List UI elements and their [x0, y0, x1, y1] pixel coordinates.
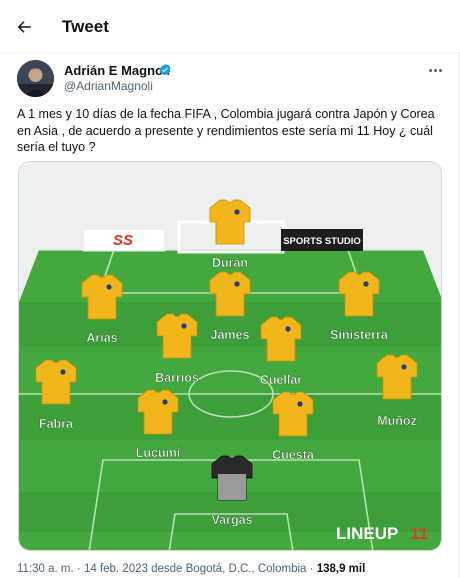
- sponsor-right-text: SPORTS STUDIO: [283, 236, 361, 247]
- lineup-graphic: SS SPORTS STUDIO Durán Arias James Sinister…: [19, 162, 441, 550]
- jersey-icon: [272, 391, 314, 437]
- player-james: James: [209, 271, 251, 342]
- crest-icon: [363, 281, 369, 287]
- tweet-image[interactable]: SS SPORTS STUDIO Durán Arias James Sinister…: [18, 161, 442, 551]
- player-name: Vargas: [211, 513, 252, 527]
- jersey-icon: [260, 316, 302, 362]
- crest-icon: [106, 284, 112, 290]
- more-options-button[interactable]: [424, 60, 446, 80]
- back-button[interactable]: [10, 13, 38, 41]
- player-arias: Arias: [81, 274, 123, 345]
- player-durán: Durán: [209, 199, 251, 270]
- player-name: Durán: [212, 256, 248, 270]
- more-horizontal-icon: [428, 68, 432, 72]
- player-name: Lucumí: [136, 446, 181, 460]
- jersey-icon: [209, 199, 251, 245]
- view-count: 138,9 mil: [316, 563, 366, 575]
- verified-badge-icon: [159, 63, 171, 76]
- author-name[interactable]: Adrián E Magnoli: [64, 63, 170, 78]
- author-handle[interactable]: @AdrianMagnoli: [64, 79, 153, 93]
- watermark-number: 11: [410, 524, 428, 543]
- jersey-icon: [35, 359, 77, 405]
- jersey-icon: [376, 354, 418, 400]
- sponsor-right-board: SPORTS STUDIO: [281, 229, 363, 251]
- crest-icon: [162, 399, 168, 405]
- avatar[interactable]: [17, 60, 54, 97]
- sponsor-left-board: SS: [82, 228, 166, 252]
- crest-icon: [401, 364, 407, 370]
- player-muñoz: Muñoz: [376, 354, 418, 428]
- tweet-meta: 11:30 a. m. · 14 feb. 2023 desde Bogotá,…: [17, 563, 366, 575]
- player-name: Cuellar: [260, 373, 303, 387]
- player-name: Barrios: [155, 371, 199, 385]
- crest-icon: [234, 209, 240, 215]
- crest-icon: [297, 401, 303, 407]
- player-fabra: Fabra: [35, 359, 77, 431]
- player-name: Sinisterra: [330, 328, 389, 342]
- page-header: Tweet: [0, 0, 460, 53]
- tweet-date[interactable]: 14 feb. 2023: [84, 563, 148, 575]
- watermark-text: LINEUP: [336, 524, 398, 543]
- jersey-panel: [218, 474, 246, 500]
- player-vargas: Vargas: [211, 455, 253, 527]
- crest-icon: [60, 369, 66, 375]
- avatar-image: [17, 60, 54, 97]
- player-name: Arias: [86, 331, 117, 345]
- player-name: Cuesta: [272, 448, 315, 462]
- jersey-icon: [209, 271, 251, 317]
- jersey-icon: [156, 313, 198, 359]
- crest-icon: [234, 281, 240, 287]
- sponsor-left-logo: SS: [113, 232, 133, 249]
- tweet-page: Tweet Adrián E Magnoli @AdrianMagnoli A …: [0, 0, 460, 578]
- page-title: Tweet: [62, 17, 109, 36]
- jersey-icon: [81, 274, 123, 320]
- player-name: Muñoz: [377, 414, 417, 428]
- tweet-text: A 1 mes y 10 días de la fecha FIFA , Col…: [17, 107, 435, 154]
- arrow-left-icon: [17, 21, 31, 33]
- jersey-icon: [338, 271, 380, 317]
- crest-icon: [285, 326, 291, 332]
- crest-icon: [181, 323, 187, 329]
- player-name: Fabra: [39, 417, 74, 431]
- tweet-time[interactable]: 11:30 a. m.: [17, 563, 74, 575]
- tweet-source: desde Bogotá, D.C., Colombia: [151, 563, 307, 575]
- jersey-icon: [137, 389, 179, 435]
- player-name: James: [211, 328, 250, 342]
- lineup-watermark: LINEUP 11: [336, 524, 428, 543]
